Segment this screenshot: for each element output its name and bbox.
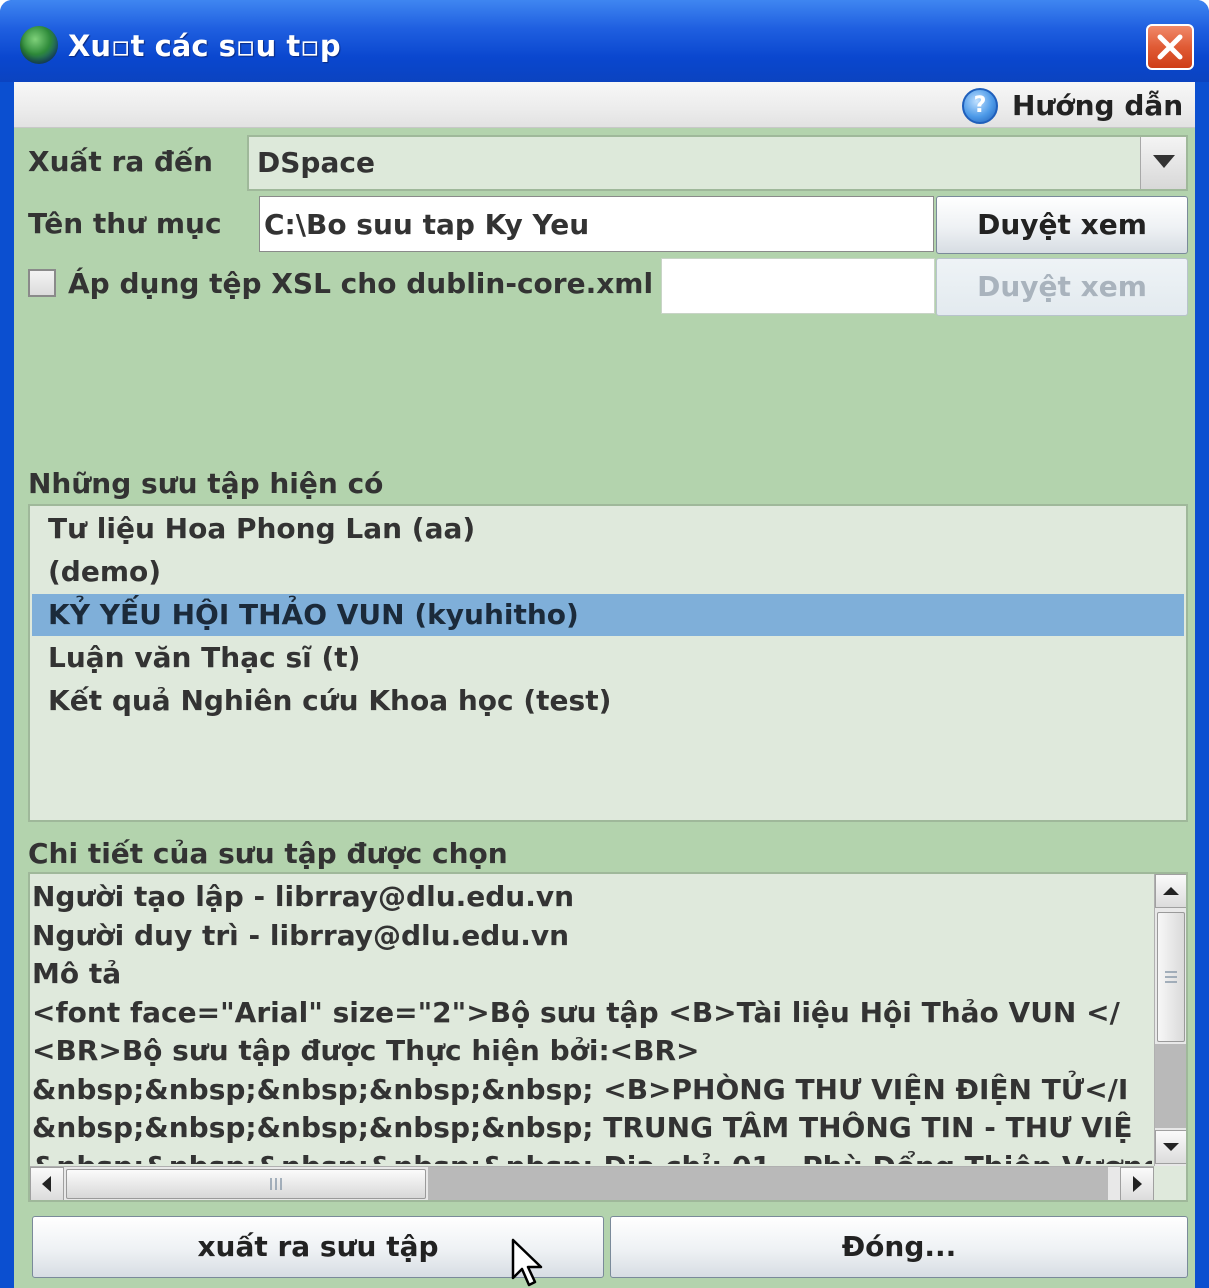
folder-path-value: C:\Bo suu tap Ky Yeu [264, 208, 590, 241]
grip-icon [270, 1178, 282, 1190]
detail-line: Mô tả [32, 957, 122, 990]
browse-xsl-button[interactable]: Duyệt xem [936, 258, 1188, 316]
scroll-right-button[interactable] [1120, 1167, 1154, 1200]
dropdown-button[interactable] [1140, 137, 1186, 189]
export-to-label: Xuất ra đến [28, 145, 213, 178]
window-title: Xu▫t các s▫u t▫p [68, 29, 341, 63]
chevron-down-icon [1153, 155, 1175, 168]
chevron-left-icon [42, 1176, 51, 1192]
close-dialog-button[interactable]: Đóng... [610, 1216, 1188, 1278]
folder-label: Tên thư mục [28, 207, 222, 240]
export-to-select[interactable]: DSpace [247, 135, 1188, 191]
title-bar[interactable]: Xu▫t các s▫u t▫p [0, 0, 1209, 82]
collections-label: Những sưu tập hiện có [28, 467, 384, 500]
details-content: Người tạo lập - librray@dlu.edu.vn Người… [32, 878, 1152, 1164]
list-item-selected[interactable]: KỶ YẾU HỘI THẢO VUN (kyuhitho) [32, 594, 1184, 636]
list-item[interactable]: (demo) [32, 551, 1184, 593]
scroll-up-button[interactable] [1155, 874, 1186, 908]
xsl-checkbox[interactable] [28, 269, 56, 297]
help-link[interactable]: Hướng dẫn [1012, 86, 1183, 126]
horizontal-scrollbar[interactable] [30, 1166, 1154, 1200]
xsl-file-input[interactable] [661, 258, 935, 314]
close-window-button[interactable] [1146, 24, 1194, 70]
vertical-scroll-track[interactable] [1155, 1044, 1186, 1128]
list-item[interactable]: Luận văn Thạc sĩ (t) [32, 637, 1184, 679]
chevron-up-icon [1163, 887, 1179, 895]
detail-line: Người duy trì - librray@dlu.edu.vn [32, 918, 570, 952]
collections-list[interactable]: Tư liệu Hoa Phong Lan (aa) (demo) KỶ YẾU… [28, 504, 1188, 822]
xsl-checkbox-label: Áp dụng tệp XSL cho dublin-core.xml [68, 267, 654, 300]
mouse-pointer-icon [511, 1238, 543, 1287]
vertical-scrollbar[interactable] [1154, 874, 1186, 1166]
list-item[interactable]: Tư liệu Hoa Phong Lan (aa) [32, 508, 1184, 550]
chevron-down-icon [1163, 1143, 1179, 1151]
horizontal-scroll-thumb[interactable] [66, 1169, 426, 1199]
detail-line: Người tạo lập - librray@dlu.edu.vn [32, 880, 575, 913]
chevron-right-icon [1133, 1176, 1142, 1192]
scroll-down-button[interactable] [1155, 1130, 1186, 1164]
browse-folder-button[interactable]: Duyệt xem [936, 196, 1188, 254]
details-label: Chi tiết của sưu tập được chọn [28, 837, 508, 870]
horizontal-scroll-track[interactable] [428, 1167, 1108, 1200]
export-collections-window: Xu▫t các s▫u t▫p ? Hướng dẫn Xuất ra đến… [0, 0, 1209, 1288]
detail-line: &nbsp;&nbsp;&nbsp;&nbsp;&nbsp; TRUNG TÂM… [32, 1111, 1133, 1144]
folder-path-input[interactable]: C:\Bo suu tap Ky Yeu [259, 196, 934, 252]
list-item[interactable]: Kết quả Nghiên cứu Khoa học (test) [32, 680, 1184, 722]
help-toolbar: ? Hướng dẫn [14, 82, 1195, 128]
details-text-area[interactable]: Người tạo lập - librray@dlu.edu.vn Người… [28, 872, 1188, 1202]
close-icon [1157, 34, 1183, 60]
detail-line: &nbsp;&nbsp;&nbsp;&nbsp;&nbsp; <B>PHÒNG … [32, 1072, 1129, 1106]
help-question-icon[interactable]: ? [962, 88, 998, 124]
vertical-scroll-thumb[interactable] [1157, 912, 1185, 1042]
scroll-left-button[interactable] [30, 1167, 64, 1200]
grip-icon [1165, 971, 1177, 983]
detail-line: &nbsp;&nbsp;&nbsp;&nbsp;&nbsp; Địa chỉ: … [32, 1148, 1152, 1165]
globe-icon [20, 26, 58, 64]
dialog-body: ? Hướng dẫn Xuất ra đến DSpace Tên thư m… [14, 82, 1195, 1288]
detail-line: <BR>Bộ sưu tập được Thực hiện bởi:<BR> [32, 1034, 700, 1067]
export-to-value: DSpace [257, 146, 375, 179]
detail-line: <font face="Arial" size="2">Bộ sưu tập <… [32, 995, 1120, 1029]
